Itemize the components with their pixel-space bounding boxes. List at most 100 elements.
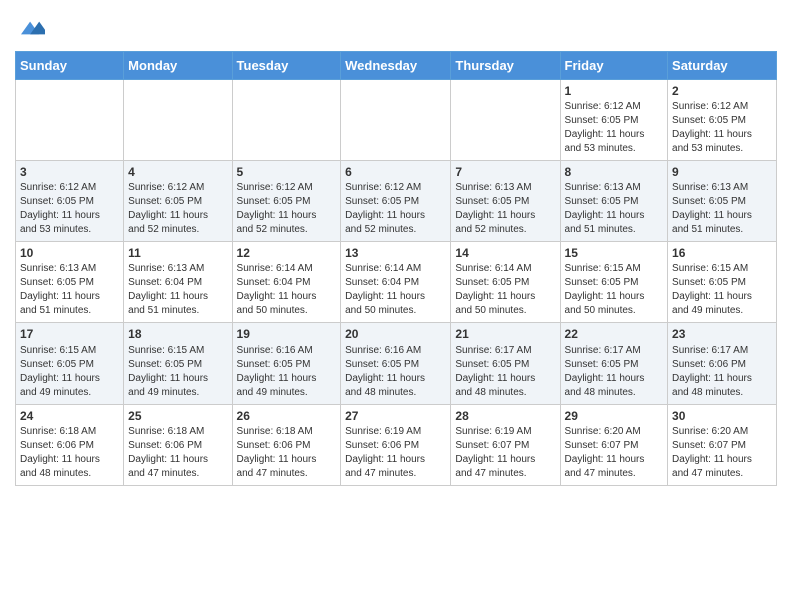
week-row-5: 24 Sunrise: 6:18 AM Sunset: 6:06 PM Dayli… [16,404,777,485]
week-row-4: 17 Sunrise: 6:15 AM Sunset: 6:05 PM Dayli… [16,323,777,404]
calendar-cell: 17 Sunrise: 6:15 AM Sunset: 6:05 PM Dayli… [16,323,124,404]
day-info: Sunrise: 6:12 AM Sunset: 6:05 PM Dayligh… [345,181,446,237]
weekday-header-thursday: Thursday [451,51,560,79]
day-info: Sunrise: 6:13 AM Sunset: 6:05 PM Dayligh… [565,181,664,237]
day-info: Sunrise: 6:13 AM Sunset: 6:05 PM Dayligh… [455,181,555,237]
day-info: Sunrise: 6:14 AM Sunset: 6:04 PM Dayligh… [237,262,337,318]
day-info: Sunrise: 6:13 AM Sunset: 6:04 PM Dayligh… [128,262,227,318]
day-info: Sunrise: 6:19 AM Sunset: 6:07 PM Dayligh… [455,425,555,481]
day-info: Sunrise: 6:12 AM Sunset: 6:05 PM Dayligh… [565,100,664,156]
week-row-2: 3Sunrise: 6:12 AM Sunset: 6:05 PM Daylig… [16,160,777,241]
logo-icon [17,18,45,38]
day-number: 7 [455,164,555,180]
calendar-cell: 24Sunrise: 6:18 AM Sunset: 6:06 PM Dayli… [16,404,124,485]
calendar-cell: 22 Sunrise: 6:17 AM Sunset: 6:05 PM Dayli… [560,323,668,404]
calendar-cell: 26Sunrise: 6:18 AM Sunset: 6:06 PM Dayli… [232,404,341,485]
day-number: 16 [672,245,772,261]
calendar-cell: 3Sunrise: 6:12 AM Sunset: 6:05 PM Daylig… [16,160,124,241]
header [15,10,777,43]
day-info: Sunrise: 6:19 AM Sunset: 6:06 PM Dayligh… [345,425,446,481]
day-info: Sunrise: 6:13 AM Sunset: 6:05 PM Dayligh… [20,262,119,318]
day-info: Sunrise: 6:18 AM Sunset: 6:06 PM Dayligh… [128,425,227,481]
day-info: Sunrise: 6:15 AM Sunset: 6:05 PM Dayligh… [20,344,119,400]
day-number: 11 [128,245,227,261]
calendar-cell: 12Sunrise: 6:14 AM Sunset: 6:04 PM Dayli… [232,242,341,323]
calendar-cell [232,79,341,160]
calendar-cell: 5Sunrise: 6:12 AM Sunset: 6:05 PM Daylig… [232,160,341,241]
day-info: Sunrise: 6:18 AM Sunset: 6:06 PM Dayligh… [237,425,337,481]
calendar-cell: 20 Sunrise: 6:16 AM Sunset: 6:05 PM Dayli… [341,323,451,404]
day-info: Sunrise: 6:20 AM Sunset: 6:07 PM Dayligh… [672,425,772,481]
day-number: 8 [565,164,664,180]
calendar-cell [16,79,124,160]
day-info: Sunrise: 6:14 AM Sunset: 6:05 PM Dayligh… [455,262,555,318]
calendar-cell [341,79,451,160]
day-info: Sunrise: 6:12 AM Sunset: 6:05 PM Dayligh… [20,181,119,237]
week-row-1: 1Sunrise: 6:12 AM Sunset: 6:05 PM Daylig… [16,79,777,160]
calendar-cell [124,79,232,160]
day-number: 21 [455,326,555,342]
calendar-cell: 19Sunrise: 6:16 AM Sunset: 6:05 PM Dayli… [232,323,341,404]
calendar-cell: 29Sunrise: 6:20 AM Sunset: 6:07 PM Dayli… [560,404,668,485]
day-number: 3 [20,164,119,180]
calendar-cell: 25Sunrise: 6:18 AM Sunset: 6:06 PM Dayli… [124,404,232,485]
logo [15,18,45,43]
day-number: 13 [345,245,446,261]
calendar-cell [451,79,560,160]
calendar-cell: 2Sunrise: 6:12 AM Sunset: 6:05 PM Daylig… [668,79,777,160]
day-number: 2 [672,83,772,99]
day-info: Sunrise: 6:17 AM Sunset: 6:06 PM Dayligh… [672,344,772,400]
day-number: 10 [20,245,119,261]
calendar-cell: 1Sunrise: 6:12 AM Sunset: 6:05 PM Daylig… [560,79,668,160]
day-info: Sunrise: 6:12 AM Sunset: 6:05 PM Dayligh… [128,181,227,237]
calendar-cell: 9Sunrise: 6:13 AM Sunset: 6:05 PM Daylig… [668,160,777,241]
weekday-header-row: SundayMondayTuesdayWednesdayThursdayFrid… [16,51,777,79]
day-number: 27 [345,408,446,424]
calendar-cell: 7Sunrise: 6:13 AM Sunset: 6:05 PM Daylig… [451,160,560,241]
day-number: 4 [128,164,227,180]
weekday-header-monday: Monday [124,51,232,79]
day-info: Sunrise: 6:12 AM Sunset: 6:05 PM Dayligh… [237,181,337,237]
day-number: 28 [455,408,555,424]
day-number: 12 [237,245,337,261]
calendar-cell: 11Sunrise: 6:13 AM Sunset: 6:04 PM Dayli… [124,242,232,323]
day-number: 30 [672,408,772,424]
day-info: Sunrise: 6:15 AM Sunset: 6:05 PM Dayligh… [672,262,772,318]
calendar-cell: 21 Sunrise: 6:17 AM Sunset: 6:05 PM Dayli… [451,323,560,404]
day-number: 25 [128,408,227,424]
calendar-cell: 16Sunrise: 6:15 AM Sunset: 6:05 PM Dayli… [668,242,777,323]
calendar-cell: 18Sunrise: 6:15 AM Sunset: 6:05 PM Dayli… [124,323,232,404]
weekday-header-wednesday: Wednesday [341,51,451,79]
calendar-cell: 14Sunrise: 6:14 AM Sunset: 6:05 PM Dayli… [451,242,560,323]
weekday-header-saturday: Saturday [668,51,777,79]
day-info: Sunrise: 6:15 AM Sunset: 6:05 PM Dayligh… [565,262,664,318]
calendar-cell: 30Sunrise: 6:20 AM Sunset: 6:07 PM Dayli… [668,404,777,485]
calendar-cell: 8Sunrise: 6:13 AM Sunset: 6:05 PM Daylig… [560,160,668,241]
weekday-header-tuesday: Tuesday [232,51,341,79]
day-info: Sunrise: 6:20 AM Sunset: 6:07 PM Dayligh… [565,425,664,481]
day-number: 5 [237,164,337,180]
page: SundayMondayTuesdayWednesdayThursdayFrid… [0,0,792,501]
day-number: 9 [672,164,772,180]
day-info: Sunrise: 6:15 AM Sunset: 6:05 PM Dayligh… [128,344,227,400]
day-number: 20 [345,326,446,342]
day-info: Sunrise: 6:16 AM Sunset: 6:05 PM Dayligh… [345,344,446,400]
day-info: Sunrise: 6:14 AM Sunset: 6:04 PM Dayligh… [345,262,446,318]
day-number: 22 [565,326,664,342]
day-number: 24 [20,408,119,424]
calendar-cell: 13Sunrise: 6:14 AM Sunset: 6:04 PM Dayli… [341,242,451,323]
calendar-cell: 6Sunrise: 6:12 AM Sunset: 6:05 PM Daylig… [341,160,451,241]
day-number: 6 [345,164,446,180]
day-info: Sunrise: 6:17 AM Sunset: 6:05 PM Dayligh… [455,344,555,400]
day-number: 17 [20,326,119,342]
day-number: 26 [237,408,337,424]
day-number: 1 [565,83,664,99]
logo-text [15,18,45,43]
day-number: 14 [455,245,555,261]
day-info: Sunrise: 6:16 AM Sunset: 6:05 PM Dayligh… [237,344,337,400]
calendar-cell: 27Sunrise: 6:19 AM Sunset: 6:06 PM Dayli… [341,404,451,485]
day-info: Sunrise: 6:17 AM Sunset: 6:05 PM Dayligh… [565,344,664,400]
calendar-cell: 23Sunrise: 6:17 AM Sunset: 6:06 PM Dayli… [668,323,777,404]
day-info: Sunrise: 6:13 AM Sunset: 6:05 PM Dayligh… [672,181,772,237]
day-number: 15 [565,245,664,261]
